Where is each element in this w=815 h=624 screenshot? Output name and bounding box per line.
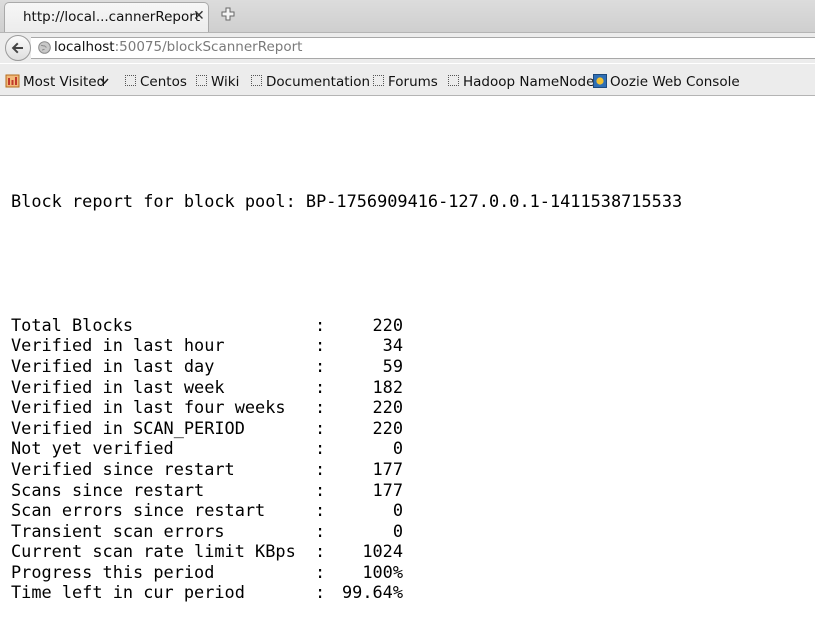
report-row: Scans since restart: 177 bbox=[11, 480, 682, 501]
report-row-value: 177 bbox=[372, 479, 403, 500]
report-row-separator: : bbox=[315, 417, 326, 438]
report-row-separator: : bbox=[315, 335, 326, 356]
report-row-label: Time left in cur period bbox=[11, 582, 245, 603]
back-arrow-icon bbox=[11, 42, 23, 54]
report-row-label: Verified in last day bbox=[11, 355, 215, 376]
report-row-separator: : bbox=[315, 541, 326, 562]
bookmark-wiki[interactable]: Wiki bbox=[211, 74, 239, 90]
report-row-value: 0 bbox=[392, 520, 403, 541]
tab-strip: http://local...cannerReport ✕ bbox=[0, 0, 815, 33]
bookmark-documentation[interactable]: Documentation bbox=[266, 74, 370, 90]
report-row-value: 0 bbox=[392, 438, 403, 459]
bookmark-centos[interactable]: Centos bbox=[140, 74, 187, 90]
report-row-value: 1024 bbox=[362, 541, 403, 562]
report-heading: Block report for block pool: BP-17569094… bbox=[11, 191, 683, 212]
report-row-label: Transient scan errors bbox=[11, 520, 225, 541]
report-row: Verified in last four weeks: 220 bbox=[11, 397, 682, 418]
bookmark-icon bbox=[125, 75, 136, 86]
report-row: Progress this period: 100% bbox=[11, 562, 682, 583]
report-row-label: Total Blocks bbox=[11, 314, 134, 335]
report-row-separator: : bbox=[315, 314, 326, 335]
most-visited-icon bbox=[5, 74, 20, 88]
url-host: localhost bbox=[54, 39, 115, 55]
new-tab-icon[interactable] bbox=[221, 7, 235, 21]
bookmark-icon bbox=[251, 75, 262, 86]
report-row: Verified in last week: 182 bbox=[11, 377, 682, 398]
report-row-value: 182 bbox=[372, 376, 403, 397]
report-row-separator: : bbox=[315, 500, 326, 521]
report-row-value: 220 bbox=[372, 397, 403, 418]
report-row-separator: : bbox=[315, 561, 326, 582]
report-row-separator: : bbox=[315, 582, 326, 603]
report-row-value: 100% bbox=[362, 561, 403, 582]
report-row-value: 220 bbox=[372, 314, 403, 335]
block-report: Block report for block pool: BP-17569094… bbox=[11, 150, 682, 624]
report-row-value: 0 bbox=[392, 500, 403, 521]
bookmark-hadoop-namenode[interactable]: Hadoop NameNode bbox=[463, 74, 594, 90]
report-row-label: Progress this period bbox=[11, 561, 215, 582]
report-row-value: 177 bbox=[372, 458, 403, 479]
oozie-icon bbox=[593, 74, 607, 88]
report-row: Total Blocks: 220 bbox=[11, 315, 682, 336]
report-row-label: Verified in last week bbox=[11, 376, 225, 397]
chevron-down-icon[interactable] bbox=[100, 78, 109, 85]
report-row: Verified in SCAN_PERIOD: 220 bbox=[11, 418, 682, 439]
bookmark-icon bbox=[196, 75, 207, 86]
globe-icon[interactable] bbox=[38, 41, 51, 54]
report-row-label: Scans since restart bbox=[11, 479, 205, 500]
report-row-label: Not yet verified bbox=[11, 438, 174, 459]
report-spacer bbox=[11, 253, 682, 274]
report-row-label: Scan errors since restart bbox=[11, 500, 266, 521]
report-row: Verified in last hour: 34 bbox=[11, 335, 682, 356]
bookmark-most-visited[interactable]: Most Visited bbox=[23, 74, 105, 90]
report-row-separator: : bbox=[315, 438, 326, 459]
report-row: Not yet verified: 0 bbox=[11, 438, 682, 459]
report-row-label: Verified in SCAN_PERIOD bbox=[11, 417, 245, 438]
report-row-label: Verified in last four weeks bbox=[11, 397, 286, 418]
url-text[interactable]: localhost:50075/blockScannerReport bbox=[54, 39, 302, 55]
report-row: Verified in last day: 59 bbox=[11, 356, 682, 377]
tab-title: http://local...cannerReport bbox=[23, 9, 201, 25]
report-row: Time left in cur period:99.64% bbox=[11, 582, 682, 603]
url-path: :50075/blockScannerReport bbox=[114, 39, 303, 55]
bookmark-oozie-web-console[interactable]: Oozie Web Console bbox=[610, 74, 740, 90]
report-row-label: Verified since restart bbox=[11, 458, 235, 479]
report-row-separator: : bbox=[315, 397, 326, 418]
report-row: Scan errors since restart: 0 bbox=[11, 500, 682, 521]
bookmark-icon bbox=[373, 75, 384, 86]
report-row-value: 99.64% bbox=[341, 582, 403, 603]
bookmark-forums[interactable]: Forums bbox=[388, 74, 438, 90]
report-row-separator: : bbox=[315, 458, 326, 479]
report-row-separator: : bbox=[315, 376, 326, 397]
report-row: Current scan rate limit KBps: 1024 bbox=[11, 541, 682, 562]
report-row-separator: : bbox=[315, 479, 326, 500]
report-row-value: 220 bbox=[372, 417, 403, 438]
report-rows: Total Blocks: 220 Verified in last hour: 34… bbox=[11, 315, 682, 603]
tab-block-scanner-report[interactable]: http://local...cannerReport ✕ bbox=[4, 2, 209, 32]
report-row-separator: : bbox=[315, 520, 326, 541]
report-row: Transient scan errors: 0 bbox=[11, 521, 682, 542]
report-row-value: 59 bbox=[382, 355, 403, 376]
close-tab-icon[interactable]: ✕ bbox=[193, 8, 205, 24]
report-row: Verified since restart: 177 bbox=[11, 459, 682, 480]
report-row-label: Verified in last hour bbox=[11, 335, 225, 356]
report-row-value: 34 bbox=[382, 335, 403, 356]
report-row-separator: : bbox=[315, 355, 326, 376]
report-row-label: Current scan rate limit KBps bbox=[11, 541, 296, 562]
back-button[interactable] bbox=[5, 35, 31, 61]
bookmark-icon bbox=[448, 75, 459, 86]
